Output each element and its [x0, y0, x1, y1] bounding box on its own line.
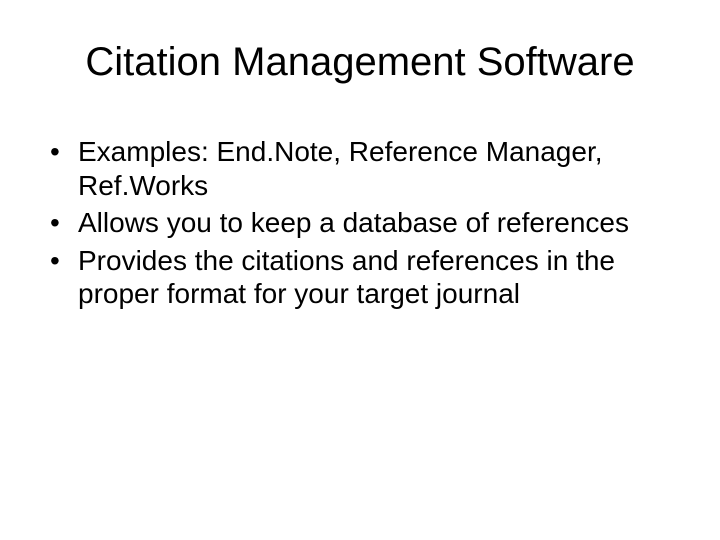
slide-title: Citation Management Software — [40, 40, 680, 85]
list-item: Allows you to keep a database of referen… — [46, 206, 680, 240]
list-item: Provides the citations and references in… — [46, 244, 680, 311]
list-item: Examples: End.Note, Reference Manager, R… — [46, 135, 680, 202]
slide: Citation Management Software Examples: E… — [0, 0, 720, 540]
bullet-list: Examples: End.Note, Reference Manager, R… — [46, 135, 680, 311]
